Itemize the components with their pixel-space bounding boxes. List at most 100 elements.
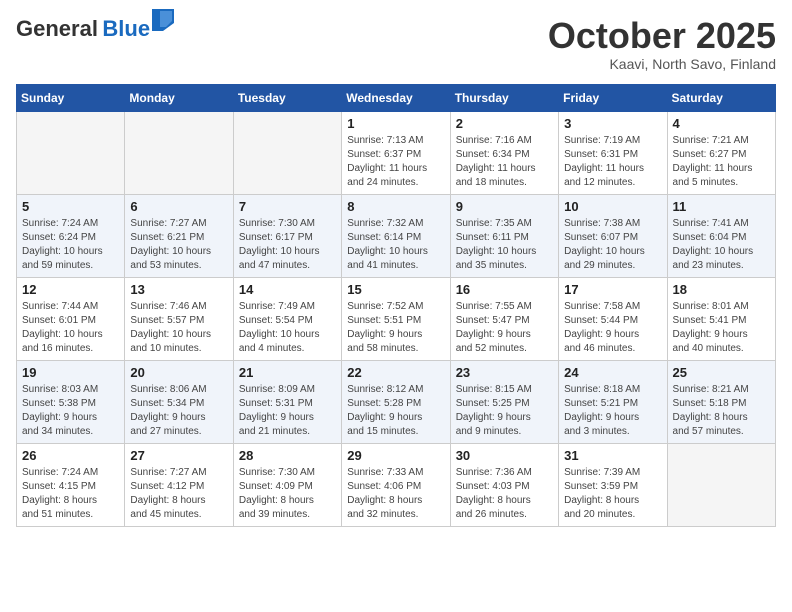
day-info: Sunrise: 7:49 AM Sunset: 5:54 PM Dayligh… xyxy=(239,300,336,356)
day-number: 8 xyxy=(347,199,444,214)
day-number: 19 xyxy=(22,365,119,380)
day-number: 15 xyxy=(347,282,444,297)
day-info: Sunrise: 8:12 AM Sunset: 5:28 PM Dayligh… xyxy=(347,383,444,439)
logo-text-general: General xyxy=(16,16,98,41)
day-number: 6 xyxy=(130,199,227,214)
calendar-cell: 25Sunrise: 8:21 AM Sunset: 5:18 PM Dayli… xyxy=(667,360,775,443)
calendar-cell: 19 Sunrise: 8:03 AM Sunset: 5:38 PM Dayli… xyxy=(17,360,125,443)
weekday-header-thursday: Thursday xyxy=(450,84,558,111)
weekday-header-saturday: Saturday xyxy=(667,84,775,111)
logo-text-blue: Blue xyxy=(102,16,150,41)
day-info: Sunrise: 7:32 AM Sunset: 6:14 PM Dayligh… xyxy=(347,217,444,273)
day-info: Sunrise: 7:52 AM Sunset: 5:51 PM Dayligh… xyxy=(347,300,444,356)
calendar-cell xyxy=(667,443,775,526)
day-number: 17 xyxy=(564,282,661,297)
calendar-cell: 7 Sunrise: 7:30 AM Sunset: 6:17 PM Daylig… xyxy=(233,194,341,277)
calendar-cell: 20 Sunrise: 8:06 AM Sunset: 5:34 PM Dayli… xyxy=(125,360,233,443)
day-number: 18 xyxy=(673,282,770,297)
location-subtitle: Kaavi, North Savo, Finland xyxy=(548,56,776,72)
day-info: Sunrise: 7:36 AM Sunset: 4:03 PM Dayligh… xyxy=(456,466,553,522)
day-number: 23 xyxy=(456,365,553,380)
month-title: October 2025 xyxy=(548,16,776,56)
calendar-week-row: 26Sunrise: 7:24 AM Sunset: 4:15 PM Dayli… xyxy=(17,443,776,526)
weekday-header-wednesday: Wednesday xyxy=(342,84,450,111)
calendar-cell: 22 Sunrise: 8:12 AM Sunset: 5:28 PM Dayli… xyxy=(342,360,450,443)
calendar-cell: 15 Sunrise: 7:52 AM Sunset: 5:51 PM Dayli… xyxy=(342,277,450,360)
day-info: Sunrise: 8:15 AM Sunset: 5:25 PM Dayligh… xyxy=(456,383,553,439)
day-number: 26 xyxy=(22,448,119,463)
day-info: Sunrise: 7:21 AM Sunset: 6:27 PM Dayligh… xyxy=(673,134,770,190)
day-number: 29 xyxy=(347,448,444,463)
weekday-header-monday: Monday xyxy=(125,84,233,111)
day-number: 3 xyxy=(564,116,661,131)
calendar-cell: 16 Sunrise: 7:55 AM Sunset: 5:47 PM Dayli… xyxy=(450,277,558,360)
day-number: 14 xyxy=(239,282,336,297)
weekday-header-tuesday: Tuesday xyxy=(233,84,341,111)
calendar-cell: 14 Sunrise: 7:49 AM Sunset: 5:54 PM Dayli… xyxy=(233,277,341,360)
day-number: 5 xyxy=(22,199,119,214)
day-number: 24 xyxy=(564,365,661,380)
calendar-cell: 12Sunrise: 7:44 AM Sunset: 6:01 PM Dayli… xyxy=(17,277,125,360)
logo-icon xyxy=(152,9,174,31)
day-number: 11 xyxy=(673,199,770,214)
day-info: Sunrise: 7:30 AM Sunset: 6:17 PM Dayligh… xyxy=(239,217,336,273)
calendar-cell xyxy=(125,111,233,194)
day-number: 2 xyxy=(456,116,553,131)
calendar-cell: 9Sunrise: 7:35 AM Sunset: 6:11 PM Daylig… xyxy=(450,194,558,277)
calendar-week-row: 12Sunrise: 7:44 AM Sunset: 6:01 PM Dayli… xyxy=(17,277,776,360)
calendar-cell: 30 Sunrise: 7:36 AM Sunset: 4:03 PM Dayli… xyxy=(450,443,558,526)
weekday-header-row: SundayMondayTuesdayWednesdayThursdayFrid… xyxy=(17,84,776,111)
day-number: 16 xyxy=(456,282,553,297)
day-number: 13 xyxy=(130,282,227,297)
calendar-cell: 18 Sunrise: 8:01 AM Sunset: 5:41 PM Dayli… xyxy=(667,277,775,360)
day-info: Sunrise: 7:41 AM Sunset: 6:04 PM Dayligh… xyxy=(673,217,770,273)
logo: General Blue xyxy=(16,16,174,42)
calendar-week-row: 5 Sunrise: 7:24 AM Sunset: 6:24 PM Daylig… xyxy=(17,194,776,277)
day-info: Sunrise: 7:55 AM Sunset: 5:47 PM Dayligh… xyxy=(456,300,553,356)
day-number: 28 xyxy=(239,448,336,463)
day-number: 31 xyxy=(564,448,661,463)
day-info: Sunrise: 8:06 AM Sunset: 5:34 PM Dayligh… xyxy=(130,383,227,439)
calendar-week-row: 19 Sunrise: 8:03 AM Sunset: 5:38 PM Dayli… xyxy=(17,360,776,443)
day-info: Sunrise: 8:09 AM Sunset: 5:31 PM Dayligh… xyxy=(239,383,336,439)
calendar-cell: 8 Sunrise: 7:32 AM Sunset: 6:14 PM Daylig… xyxy=(342,194,450,277)
day-number: 1 xyxy=(347,116,444,131)
day-info: Sunrise: 7:16 AM Sunset: 6:34 PM Dayligh… xyxy=(456,134,553,190)
day-number: 7 xyxy=(239,199,336,214)
calendar-cell: 21Sunrise: 8:09 AM Sunset: 5:31 PM Dayli… xyxy=(233,360,341,443)
day-info: Sunrise: 7:46 AM Sunset: 5:57 PM Dayligh… xyxy=(130,300,227,356)
day-number: 10 xyxy=(564,199,661,214)
calendar-cell xyxy=(17,111,125,194)
calendar-cell: 31 Sunrise: 7:39 AM Sunset: 3:59 PM Dayli… xyxy=(559,443,667,526)
calendar-cell: 27Sunrise: 7:27 AM Sunset: 4:12 PM Dayli… xyxy=(125,443,233,526)
day-info: Sunrise: 8:03 AM Sunset: 5:38 PM Dayligh… xyxy=(22,383,119,439)
calendar-week-row: 1 Sunrise: 7:13 AM Sunset: 6:37 PM Daylig… xyxy=(17,111,776,194)
calendar-cell: 13 Sunrise: 7:46 AM Sunset: 5:57 PM Dayli… xyxy=(125,277,233,360)
calendar-cell: 23 Sunrise: 8:15 AM Sunset: 5:25 PM Dayli… xyxy=(450,360,558,443)
day-info: Sunrise: 7:24 AM Sunset: 6:24 PM Dayligh… xyxy=(22,217,119,273)
page-header: General Blue October 2025 Kaavi, North S… xyxy=(16,16,776,72)
calendar-cell: 3 Sunrise: 7:19 AM Sunset: 6:31 PM Daylig… xyxy=(559,111,667,194)
day-info: Sunrise: 7:44 AM Sunset: 6:01 PM Dayligh… xyxy=(22,300,119,356)
title-block: October 2025 Kaavi, North Savo, Finland xyxy=(548,16,776,72)
calendar-cell: 1 Sunrise: 7:13 AM Sunset: 6:37 PM Daylig… xyxy=(342,111,450,194)
day-number: 22 xyxy=(347,365,444,380)
day-info: Sunrise: 8:18 AM Sunset: 5:21 PM Dayligh… xyxy=(564,383,661,439)
day-info: Sunrise: 7:38 AM Sunset: 6:07 PM Dayligh… xyxy=(564,217,661,273)
calendar-cell: 24 Sunrise: 8:18 AM Sunset: 5:21 PM Dayli… xyxy=(559,360,667,443)
calendar-cell: 5 Sunrise: 7:24 AM Sunset: 6:24 PM Daylig… xyxy=(17,194,125,277)
day-info: Sunrise: 7:39 AM Sunset: 3:59 PM Dayligh… xyxy=(564,466,661,522)
day-number: 27 xyxy=(130,448,227,463)
day-number: 25 xyxy=(673,365,770,380)
day-info: Sunrise: 7:58 AM Sunset: 5:44 PM Dayligh… xyxy=(564,300,661,356)
day-info: Sunrise: 7:13 AM Sunset: 6:37 PM Dayligh… xyxy=(347,134,444,190)
day-info: Sunrise: 7:30 AM Sunset: 4:09 PM Dayligh… xyxy=(239,466,336,522)
day-number: 30 xyxy=(456,448,553,463)
day-info: Sunrise: 7:27 AM Sunset: 6:21 PM Dayligh… xyxy=(130,217,227,273)
calendar-cell: 2 Sunrise: 7:16 AM Sunset: 6:34 PM Daylig… xyxy=(450,111,558,194)
day-number: 20 xyxy=(130,365,227,380)
day-info: Sunrise: 7:35 AM Sunset: 6:11 PM Dayligh… xyxy=(456,217,553,273)
calendar-cell: 17 Sunrise: 7:58 AM Sunset: 5:44 PM Dayli… xyxy=(559,277,667,360)
day-info: Sunrise: 8:01 AM Sunset: 5:41 PM Dayligh… xyxy=(673,300,770,356)
day-info: Sunrise: 7:19 AM Sunset: 6:31 PM Dayligh… xyxy=(564,134,661,190)
